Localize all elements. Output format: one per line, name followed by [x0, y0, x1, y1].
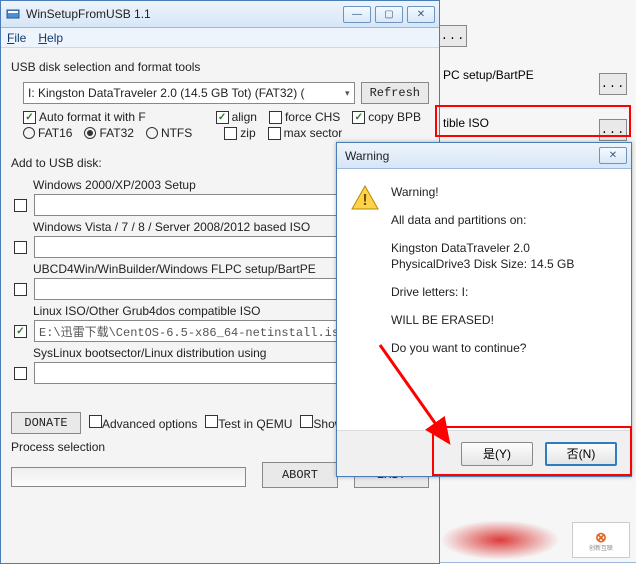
- app-icon: [5, 6, 21, 22]
- bg-browse-1[interactable]: ...: [439, 25, 467, 47]
- logo-text: 创新互联: [589, 546, 613, 552]
- fat32-radio[interactable]: [84, 127, 96, 139]
- titlebar: WinSetupFromUSB 1.1 — ▢ ✕: [1, 1, 439, 28]
- logo-mark: ⊗: [588, 528, 614, 546]
- entry3-checkbox[interactable]: [14, 283, 27, 296]
- minimize-button[interactable]: —: [343, 6, 371, 23]
- dialog-close-button[interactable]: ✕: [599, 147, 627, 164]
- menu-help[interactable]: Help: [38, 31, 63, 45]
- entry5-checkbox[interactable]: [14, 367, 27, 380]
- annotation-box-1: [435, 105, 631, 137]
- warn-line5: WILL BE ERASED!: [391, 313, 617, 327]
- max-sector-label: max sector: [284, 126, 343, 140]
- bg-browse-2[interactable]: ...: [599, 73, 627, 95]
- autoformat-checkbox[interactable]: [23, 111, 36, 124]
- showlog-checkbox[interactable]: [300, 415, 313, 428]
- refresh-button[interactable]: Refresh: [361, 82, 429, 104]
- force-chs-checkbox[interactable]: [269, 111, 282, 124]
- window-title: WinSetupFromUSB 1.1: [26, 7, 343, 21]
- entry1-checkbox[interactable]: [14, 199, 27, 212]
- warn-line3: PhysicalDrive3 Disk Size: 14.5 GB: [391, 257, 617, 271]
- section-disk-label: USB disk selection and format tools: [11, 60, 429, 74]
- dialog-title: Warning: [341, 149, 599, 163]
- copy-bpb-checkbox[interactable]: [352, 111, 365, 124]
- abort-button[interactable]: ABORT: [262, 462, 337, 488]
- annotation-brush: [440, 520, 560, 560]
- bg-text-1: PC setup/BartPE: [443, 68, 534, 82]
- dropdown-caret-icon: ▾: [345, 88, 350, 99]
- warn-line1: All data and partitions on:: [391, 213, 617, 227]
- donate-button[interactable]: DONATE: [11, 412, 81, 434]
- warn-heading: Warning!: [391, 185, 617, 199]
- fat16-radio[interactable]: [23, 127, 35, 139]
- warning-icon: !: [351, 185, 379, 211]
- close-button[interactable]: ✕: [407, 6, 435, 23]
- zip-label: zip: [240, 126, 255, 140]
- ntfs-radio[interactable]: [146, 127, 158, 139]
- autoformat-label: Auto format it with F: [39, 110, 146, 124]
- entry2-checkbox[interactable]: [14, 241, 27, 254]
- advanced-checkbox[interactable]: [89, 415, 102, 428]
- align-checkbox[interactable]: [216, 111, 229, 124]
- menubar: File Help: [1, 28, 439, 48]
- disk-dropdown[interactable]: I: Kingston DataTraveler 2.0 (14.5 GB To…: [23, 82, 355, 104]
- maximize-button[interactable]: ▢: [375, 6, 403, 23]
- qemu-checkbox[interactable]: [205, 415, 218, 428]
- progress-bar: [11, 467, 246, 487]
- annotation-box-2: [432, 426, 632, 476]
- menu-file[interactable]: File: [7, 31, 26, 45]
- svg-text:!: !: [362, 192, 367, 209]
- warn-line2: Kingston DataTraveler 2.0: [391, 241, 617, 255]
- advanced-label: Advanced options: [102, 417, 197, 431]
- fat16-label: FAT16: [38, 126, 72, 140]
- disk-selected: I: Kingston DataTraveler 2.0 (14.5 GB To…: [28, 86, 305, 100]
- warn-line4: Drive letters: I:: [391, 285, 617, 299]
- zip-checkbox[interactable]: [224, 127, 237, 140]
- fat32-label: FAT32: [99, 126, 133, 140]
- force-chs-label: force CHS: [285, 110, 340, 124]
- align-label: align: [232, 110, 257, 124]
- logo: ⊗ 创新互联: [572, 522, 630, 558]
- ntfs-label: NTFS: [161, 126, 192, 140]
- warn-line6: Do you want to continue?: [391, 341, 617, 355]
- entry4-checkbox[interactable]: [14, 325, 27, 338]
- max-sector-checkbox[interactable]: [268, 127, 281, 140]
- qemu-label: Test in QEMU: [218, 417, 292, 431]
- copy-bpb-label: copy BPB: [368, 110, 421, 124]
